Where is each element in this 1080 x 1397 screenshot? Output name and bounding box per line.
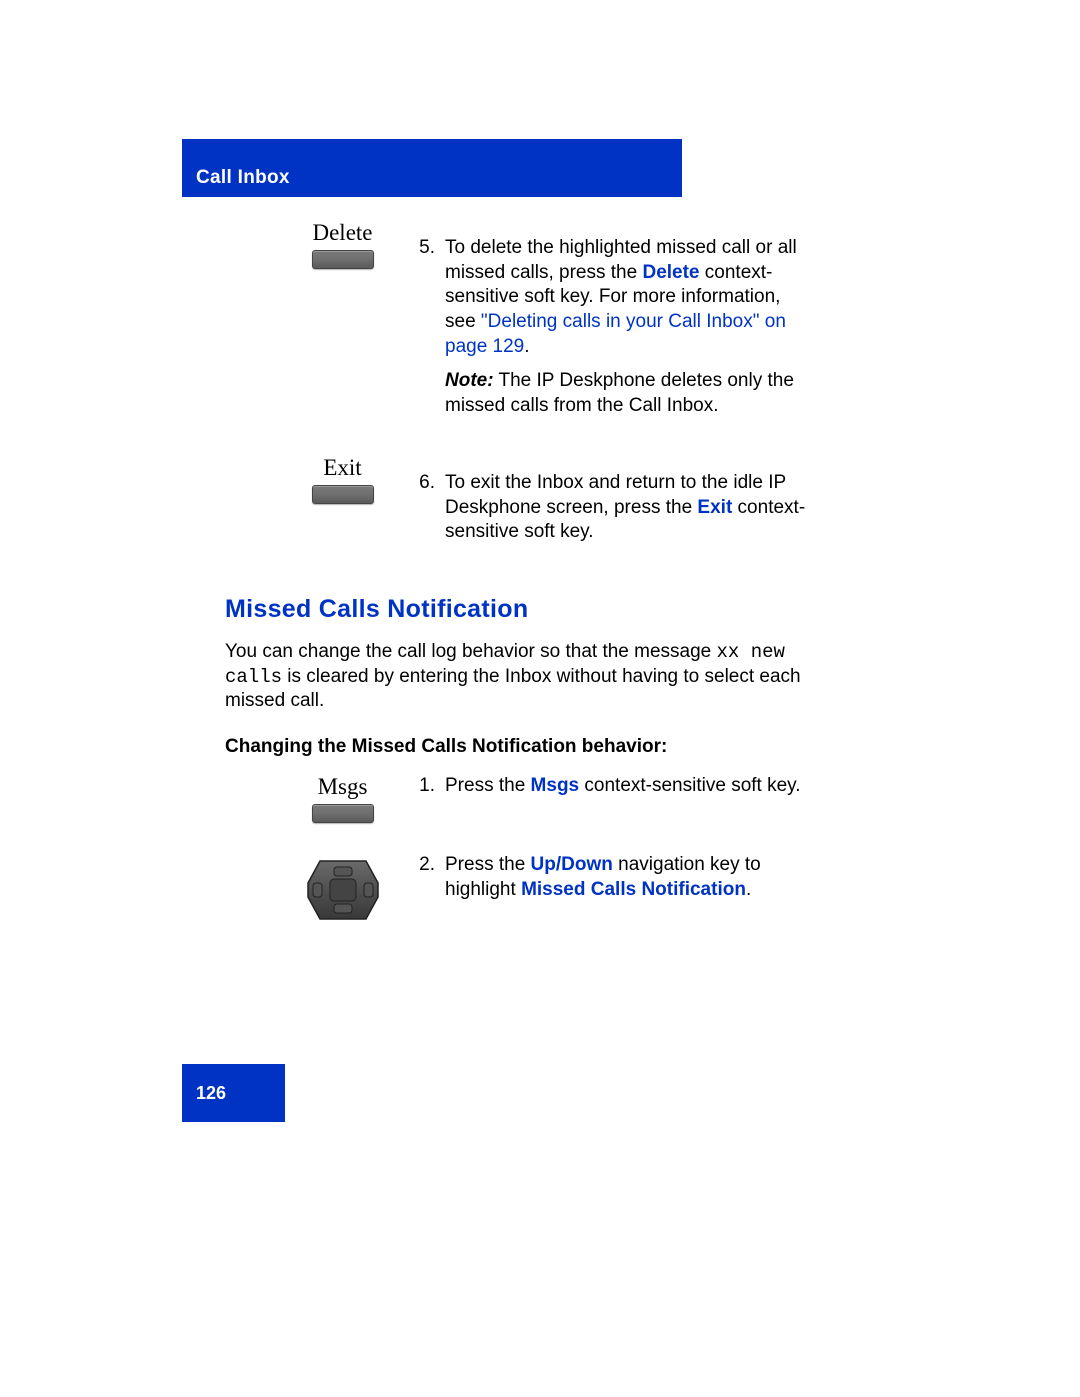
key-term: Delete [642, 262, 699, 283]
soft-key-label: Msgs [318, 774, 368, 800]
step-row: Exit 6. To exit the Inbox and return to … [225, 455, 815, 555]
step-text: 6. To exit the Inbox and return to the i… [415, 455, 815, 555]
highlight-term: Missed Calls Notification [521, 879, 746, 900]
header-section-title: Call Inbox [196, 167, 290, 189]
note-label: Note: [445, 370, 494, 391]
key-term: Msgs [531, 775, 580, 796]
list-item: 1. Press the Msgs context-sensitive soft… [415, 774, 815, 799]
step-row: Delete 5. To delete the highlighted miss… [225, 220, 815, 429]
step-body: Press the Up/Down navigation key to high… [445, 853, 815, 902]
soft-key-label: Exit [323, 455, 361, 481]
header-bar: Call Inbox [182, 139, 682, 197]
cross-reference-link[interactable]: "Deleting calls in your Call Inbox" on p… [445, 311, 786, 357]
list-item: 6. To exit the Inbox and return to the i… [415, 471, 815, 545]
step-number: 5. [415, 236, 445, 419]
exit-soft-key-icon [312, 485, 374, 504]
step-text: 5. To delete the highlighted missed call… [415, 220, 815, 429]
section-heading: Missed Calls Notification [225, 595, 815, 624]
note-body: The IP Deskphone deletes only the missed… [445, 370, 794, 416]
msgs-soft-key-icon [312, 804, 374, 823]
step-number: 1. [415, 774, 445, 799]
key-term: Up/Down [531, 854, 613, 875]
delete-soft-key-icon [312, 250, 374, 269]
footer-bar: 126 [182, 1064, 285, 1122]
step-body: To delete the highlighted missed call or… [445, 236, 815, 419]
procedure-subheading: Changing the Missed Calls Notification b… [225, 736, 815, 758]
key-term: Exit [697, 497, 732, 518]
key-column: Delete [225, 220, 415, 269]
list-item: 2. Press the Up/Down navigation key to h… [415, 853, 815, 902]
step-row: Msgs 1. Press the Msgs context-sensitive… [225, 774, 815, 823]
list-item: 5. To delete the highlighted missed call… [415, 236, 815, 419]
soft-key-label: Delete [312, 220, 372, 246]
navigation-key-icon [304, 857, 382, 923]
step-text: 1. Press the Msgs context-sensitive soft… [415, 774, 815, 809]
step-number: 6. [415, 471, 445, 545]
page-number: 126 [196, 1083, 226, 1104]
key-column: Exit [225, 455, 415, 504]
step-body: Press the Msgs context-sensitive soft ke… [445, 774, 815, 799]
step-number: 2. [415, 853, 445, 902]
step-body: To exit the Inbox and return to the idle… [445, 471, 815, 545]
section-paragraph: You can change the call log behavior so … [225, 640, 815, 714]
page-content: Delete 5. To delete the highlighted miss… [225, 210, 815, 949]
step-row: 2. Press the Up/Down navigation key to h… [225, 853, 815, 923]
key-column: Msgs [225, 774, 415, 823]
key-column [225, 853, 415, 923]
step-text: 2. Press the Up/Down navigation key to h… [415, 853, 815, 912]
